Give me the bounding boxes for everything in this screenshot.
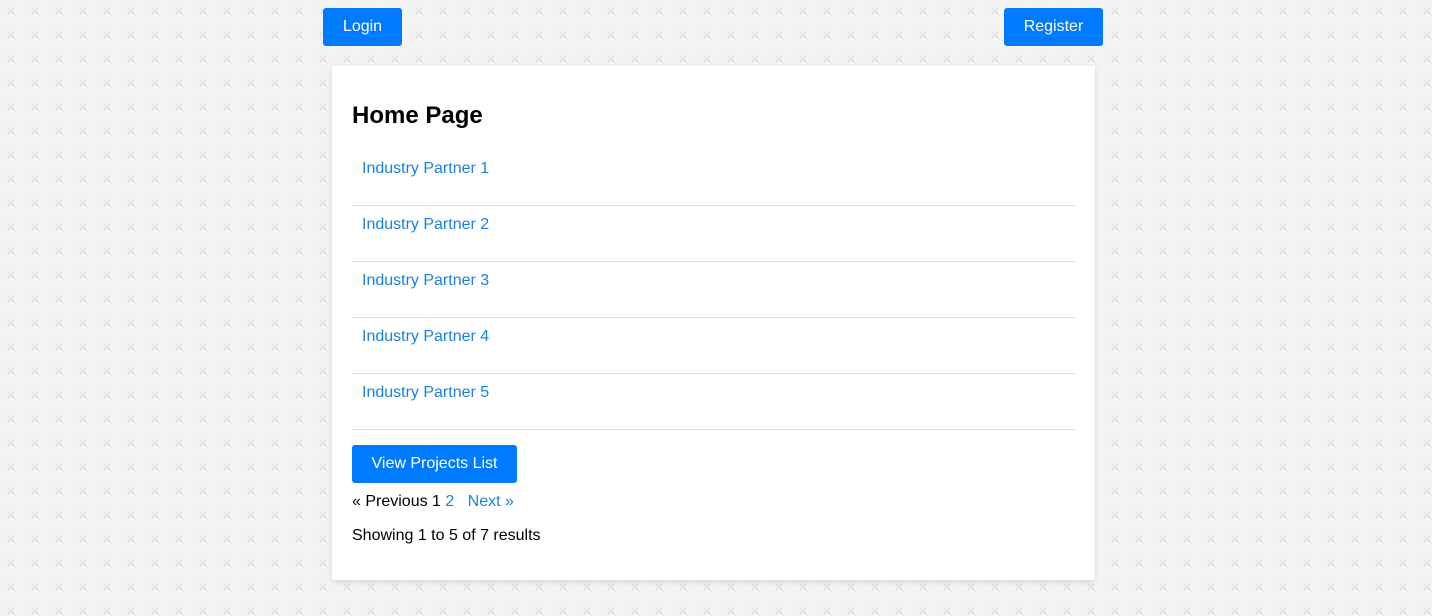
page-title: Home Page [352,102,483,129]
partner-list: Industry Partner 1 Industry Partner 2 In… [352,150,1075,430]
list-item: Industry Partner 5 [352,374,1075,430]
partner-link-5[interactable]: Industry Partner 5 [362,384,489,402]
partner-link-2[interactable]: Industry Partner 2 [362,216,489,234]
list-item: Industry Partner 4 [352,318,1075,374]
list-item: Industry Partner 2 [352,206,1075,262]
partner-link-1[interactable]: Industry Partner 1 [362,160,489,178]
pagination: « Previous 1 2 Next » [352,493,514,511]
next-page-link[interactable]: Next » [468,493,514,510]
partner-link-4[interactable]: Industry Partner 4 [362,328,489,346]
login-button[interactable]: Login [323,8,402,46]
list-item: Industry Partner 3 [352,262,1075,318]
page-link-2[interactable]: 2 [445,493,454,510]
register-button[interactable]: Register [1004,8,1103,46]
main-card: Home Page Industry Partner 1 Industry Pa… [332,66,1095,580]
current-page: 1 [432,493,441,510]
partner-link-3[interactable]: Industry Partner 3 [362,272,489,290]
view-projects-button[interactable]: View Projects List [352,445,517,483]
list-item: Industry Partner 1 [352,150,1075,206]
results-summary: Showing 1 to 5 of 7 results [352,527,541,544]
previous-label: « Previous [352,493,428,510]
